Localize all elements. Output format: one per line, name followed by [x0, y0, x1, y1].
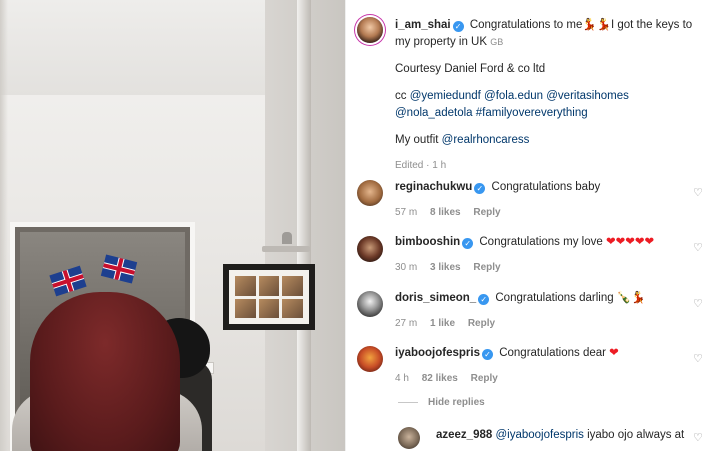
commenter-avatar[interactable] — [357, 291, 383, 317]
heart-emoji: ❤❤❤❤❤ — [605, 236, 655, 248]
comment-item: reginachukwu ✓ Congratulations baby 57 m … — [395, 180, 700, 220]
reply-button[interactable]: Reply — [468, 318, 495, 329]
comment-text: Congratulations darling — [495, 292, 614, 304]
heart-outline-icon[interactable]: ♡ — [693, 299, 703, 310]
mention-link[interactable]: @yemiedundf — [410, 90, 481, 102]
heart-outline-icon[interactable]: ♡ — [693, 354, 703, 365]
heart-outline-icon[interactable]: ♡ — [693, 433, 703, 444]
hashtag-link[interactable]: #familyovereverything — [476, 107, 588, 119]
heart-outline-icon[interactable]: ♡ — [693, 243, 703, 254]
mention-link[interactable]: @fola.edun — [484, 90, 543, 102]
verified-badge-icon: ✓ — [462, 238, 474, 249]
comment-text: Congratulations my love — [479, 236, 603, 248]
commenter-avatar[interactable] — [357, 236, 383, 262]
verified-badge-icon: ✓ — [474, 183, 486, 194]
hide-replies-button[interactable]: Hide replies — [398, 397, 485, 408]
caption-flag: GB — [490, 37, 504, 47]
reply-button[interactable]: Reply — [473, 262, 500, 273]
edited-timestamp: Edited · 1 h — [395, 160, 447, 171]
commenter-username[interactable]: doris_simeon_ — [395, 292, 476, 304]
reply-button[interactable]: Reply — [471, 373, 498, 384]
verified-badge-icon: ✓ — [482, 349, 493, 360]
reply-item: azeez_988 @iyaboojofespris iyabo ojo alw… — [436, 428, 701, 443]
comment-time: 57 m — [395, 207, 418, 218]
divider — [398, 401, 418, 403]
mention-link[interactable]: @nola_adetola — [395, 107, 473, 119]
comment-time: 4 h — [395, 373, 409, 384]
comment-likes[interactable]: 3 likes — [430, 262, 461, 273]
verified-badge-icon: ✓ — [452, 21, 464, 32]
caption-mentions: cc @yemiedundf @fola.edun @veritasihomes… — [395, 88, 695, 122]
comment-item: bimbooshin ✓ Congratulations my love ❤❤❤❤… — [395, 235, 700, 275]
commenter-username[interactable]: azeez_988 — [436, 429, 492, 441]
person-hair — [30, 292, 180, 451]
caption-courtesy: Courtesy Daniel Ford & co ltd — [395, 63, 546, 75]
comment-item: doris_simeon_ ✓ Congratulations darling 🍾… — [395, 291, 700, 331]
comment-time: 30 m — [395, 262, 418, 273]
wall-shadow — [0, 0, 8, 451]
commenter-avatar[interactable] — [357, 346, 383, 372]
comment-likes[interactable]: 8 likes — [430, 207, 461, 218]
ceiling — [0, 0, 300, 95]
mention-link[interactable]: @iyaboojofespris — [495, 429, 583, 441]
framed-picture — [223, 264, 315, 330]
reply-text: iyabo ojo always at — [587, 429, 685, 441]
post-caption: i_am_shai ✓ Congratulations to me💃💃I got … — [395, 17, 695, 184]
emoji: 🍾💃 — [616, 292, 646, 304]
heart-outline-icon[interactable]: ♡ — [693, 188, 703, 199]
wall-lamp — [262, 232, 310, 256]
commenter-avatar[interactable] — [398, 427, 420, 449]
commenter-username[interactable]: iyaboojofespris — [395, 347, 480, 359]
comment-likes[interactable]: 1 like — [430, 318, 455, 329]
comment-item: iyaboojofespris ✓ Congratulations dear ❤ … — [395, 346, 700, 386]
heart-emoji: ❤ — [609, 347, 619, 359]
commenter-avatar[interactable] — [357, 180, 383, 206]
cc-prefix: cc — [395, 90, 407, 102]
comment-likes[interactable]: 82 likes — [422, 373, 458, 384]
stair-rail — [297, 0, 311, 451]
comments-panel[interactable]: i_am_shai ✓ Congratulations to me💃💃I got … — [345, 0, 705, 451]
mention-link[interactable]: @realrhoncaress — [442, 134, 530, 146]
verified-badge-icon: ✓ — [478, 294, 490, 305]
comment-text: Congratulations dear — [499, 347, 606, 359]
post-video[interactable] — [0, 0, 345, 451]
comment-text: Congratulations baby — [491, 181, 601, 193]
outfit-prefix: My outfit — [395, 134, 439, 146]
hide-replies-label: Hide replies — [428, 397, 485, 408]
commenter-username[interactable]: bimbooshin — [395, 236, 460, 248]
mention-link[interactable]: @veritasihomes — [546, 90, 629, 102]
author-avatar[interactable] — [357, 17, 383, 43]
reply-button[interactable]: Reply — [473, 207, 500, 218]
author-username[interactable]: i_am_shai — [395, 19, 451, 31]
comment-time: 27 m — [395, 318, 418, 329]
commenter-username[interactable]: reginachukwu — [395, 181, 472, 193]
